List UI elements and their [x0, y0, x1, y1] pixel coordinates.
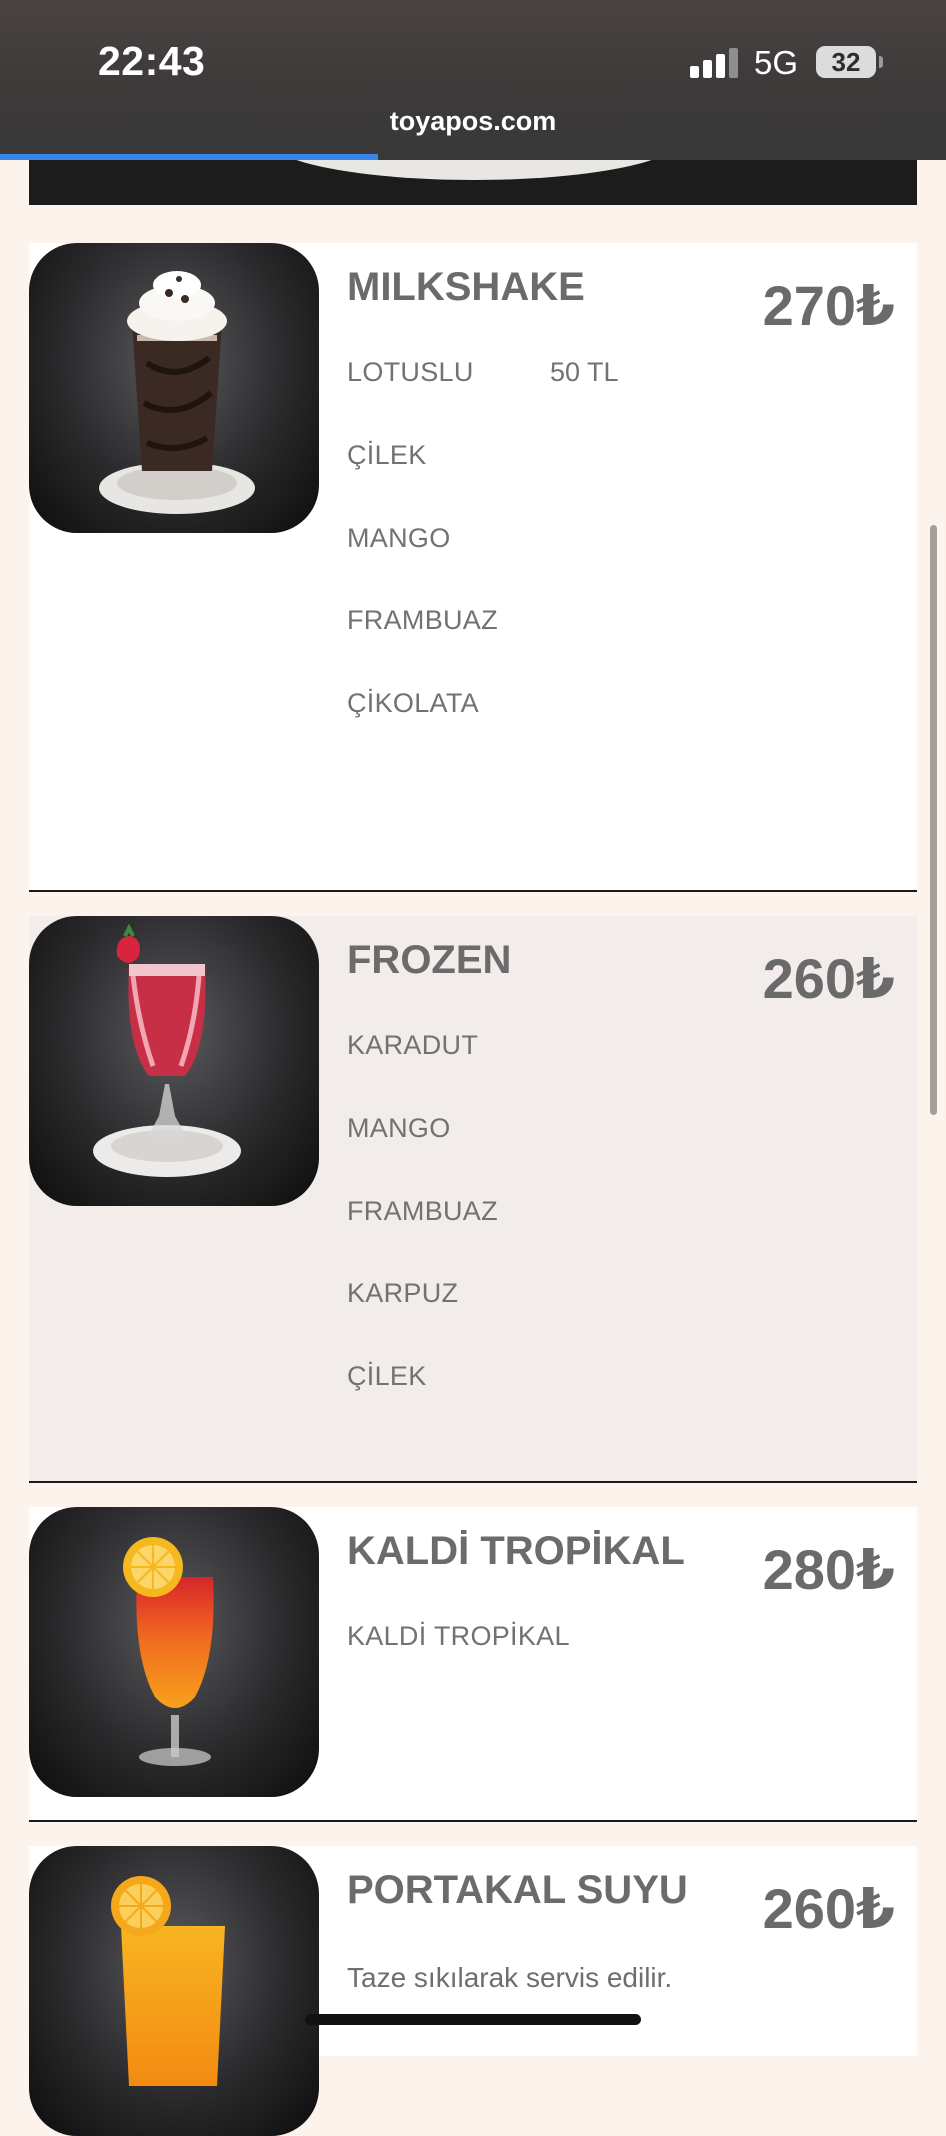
option-item: KARADUT — [347, 1030, 479, 1060]
status-time: 22:43 — [98, 38, 206, 84]
url-address[interactable]: toyapos.com — [0, 106, 946, 137]
product-card-milkshake[interactable]: MILKSHAKE 270₺ LOTUSLU 50 TL ÇİLEK MANGO… — [29, 243, 917, 892]
milkshake-image[interactable] — [29, 243, 319, 533]
home-indicator[interactable] — [305, 2014, 641, 2025]
option-item: FRAMBUAZ — [347, 1196, 498, 1226]
option-item: LOTUSLU — [347, 357, 474, 387]
option-item: FRAMBUAZ — [347, 605, 498, 635]
frozen-drink-icon — [93, 923, 241, 1177]
product-description: Taze sıkılarak servis edilir. — [347, 1962, 673, 1993]
product-title: FROZEN — [347, 938, 512, 982]
product-price: 270₺ — [762, 274, 895, 337]
option-item: ÇİKOLATA — [347, 688, 479, 718]
orange-juice-image[interactable] — [29, 1846, 319, 2136]
tropical-cocktail-image[interactable] — [29, 1507, 319, 1797]
previous-product-image — [29, 160, 917, 205]
product-card-frozen[interactable]: FROZEN 260₺ KARADUT MANGO FRAMBUAZ KARPU… — [29, 916, 917, 1483]
signal-icon — [690, 48, 740, 78]
option-item: MANGO — [347, 523, 451, 553]
option-item: ÇİLEK — [347, 440, 427, 470]
product-price: 260₺ — [762, 1877, 895, 1940]
plate-shape — [269, 160, 679, 180]
orange-juice-icon — [111, 1876, 225, 2086]
option-item: KALDİ TROPİKAL — [347, 1621, 570, 1651]
network-type: 5G — [754, 44, 799, 81]
page-load-progress — [0, 154, 378, 160]
product-title: KALDİ TROPİKAL — [347, 1529, 685, 1573]
option-item: ÇİLEK — [347, 1361, 427, 1391]
option-extra-price: 50 TL — [550, 357, 619, 387]
product-title: MILKSHAKE — [347, 265, 585, 309]
milkshake-icon — [99, 271, 255, 514]
battery-tip — [879, 56, 883, 68]
battery-icon: 32 — [816, 46, 876, 78]
product-card-kaldi-tropikal[interactable]: KALDİ TROPİKAL 280₺ KALDİ TROPİKAL — [29, 1507, 917, 1822]
frozen-drink-image[interactable] — [29, 916, 319, 1206]
product-title: PORTAKAL SUYU — [347, 1868, 688, 1912]
product-price: 280₺ — [762, 1538, 895, 1601]
browser-top-bar: 22:43 5G 32 toyapos.com — [0, 0, 946, 160]
product-price: 260₺ — [762, 947, 895, 1010]
option-item: MANGO — [347, 1113, 451, 1143]
battery-level: 32 — [831, 47, 861, 77]
option-item: KARPUZ — [347, 1278, 459, 1308]
scroll-indicator[interactable] — [930, 525, 937, 1115]
tropical-cocktail-icon — [123, 1537, 214, 1766]
